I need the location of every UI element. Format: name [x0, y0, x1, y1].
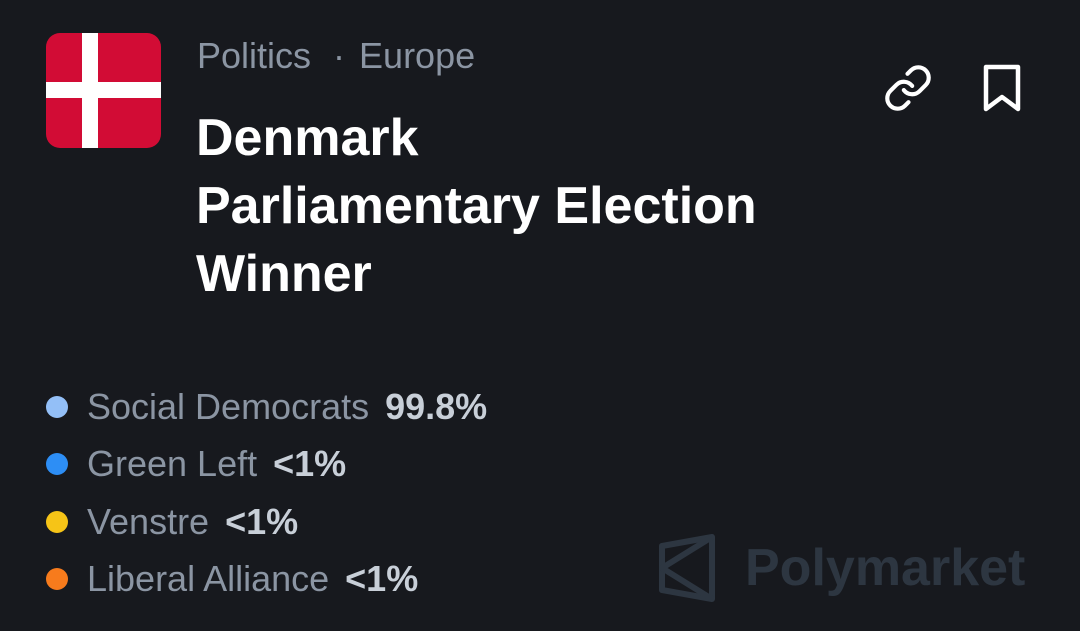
outcome-name: Venstre [87, 500, 210, 542]
market-title-line-1: Denmark [196, 109, 419, 167]
outcome-name: Liberal Alliance [87, 558, 330, 600]
outcome-percent: <1% [225, 500, 299, 542]
outcome-color-dot [46, 453, 68, 476]
copy-link-button[interactable] [878, 58, 938, 118]
breadcrumb-region[interactable]: Europe [359, 35, 475, 77]
outcome-list: Social Democrats 99.8% Green Left <1% Ve… [46, 378, 487, 608]
denmark-flag-icon [46, 33, 161, 148]
outcome-name: Green Left [87, 443, 258, 485]
outcome-percent: <1% [345, 558, 419, 600]
outcome-color-dot [46, 568, 68, 591]
market-title-line-2: Parliamentary Election [196, 177, 757, 235]
outcome-liberal-alliance[interactable]: Liberal Alliance <1% [46, 551, 487, 609]
outcome-color-dot [46, 510, 68, 533]
polymarket-watermark: Polymarket [657, 533, 1025, 603]
market-title: Denmark Parliamentary Election Winner [196, 104, 856, 308]
outcome-venstre[interactable]: Venstre <1% [46, 493, 487, 551]
bookmark-button[interactable] [972, 58, 1032, 118]
outcome-green-left[interactable]: Green Left <1% [46, 436, 487, 494]
bookmark-icon [983, 64, 1021, 112]
outcome-color-dot [46, 395, 68, 418]
outcome-name: Social Democrats [87, 385, 370, 427]
breadcrumb: Politics · Europe [197, 34, 475, 78]
outcome-percent: <1% [273, 443, 347, 485]
breadcrumb-separator: · [333, 35, 346, 76]
market-title-line-3: Winner [196, 245, 372, 303]
watermark-text: Polymarket [745, 539, 1026, 597]
polymarket-logo-icon [659, 534, 715, 602]
outcome-percent: 99.8% [385, 385, 488, 427]
link-icon [885, 65, 931, 111]
outcome-social-democrats[interactable]: Social Democrats 99.8% [46, 378, 487, 436]
breadcrumb-category[interactable]: Politics [197, 35, 311, 77]
